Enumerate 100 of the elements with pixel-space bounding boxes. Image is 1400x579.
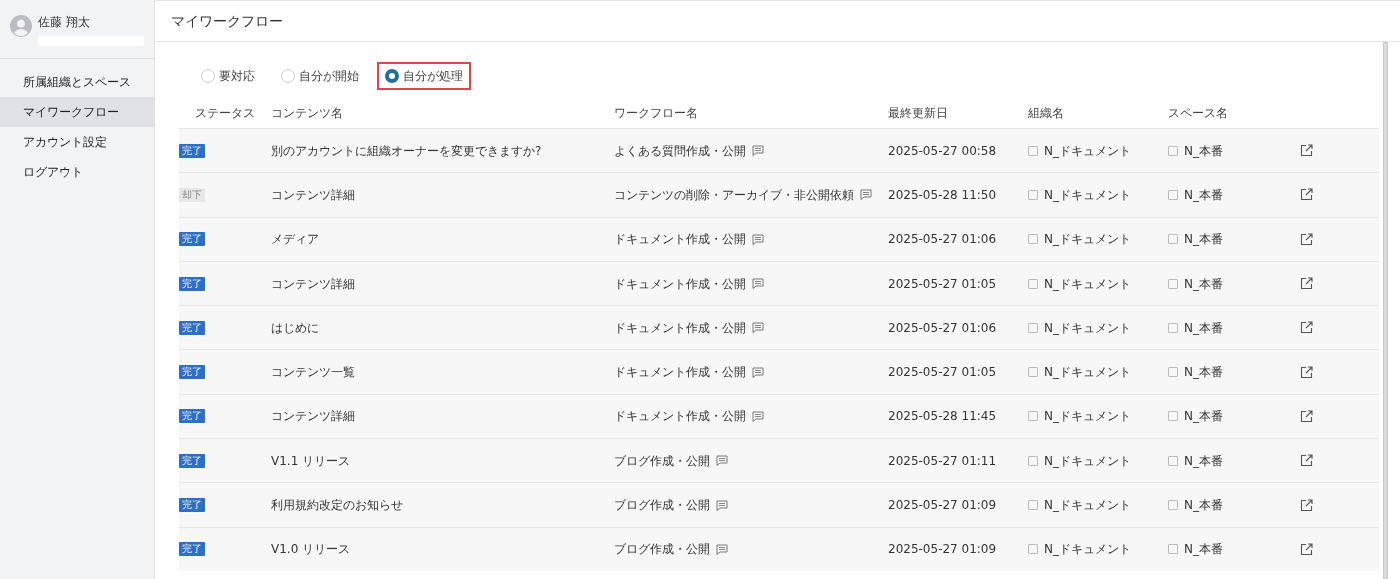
comment-icon[interactable] <box>752 278 764 290</box>
org-name: N_ドキュメント <box>1044 408 1131 426</box>
external-link-icon[interactable] <box>1300 365 1313 379</box>
org-name: N_ドキュメント <box>1044 541 1131 559</box>
space-name: N_本番 <box>1184 541 1223 559</box>
comment-icon[interactable] <box>716 499 728 511</box>
space-name: N_本番 <box>1184 275 1223 293</box>
workflow-name: ドキュメント作成・公開 <box>614 231 746 249</box>
updated-date: 2025-05-27 01:06 <box>888 319 997 337</box>
updated-date: 2025-05-27 01:11 <box>888 452 997 470</box>
external-link-icon[interactable] <box>1300 277 1313 291</box>
external-link-icon[interactable] <box>1300 542 1313 556</box>
updated-date: 2025-05-27 00:58 <box>888 142 997 160</box>
sidebar-item[interactable]: ログアウト <box>0 157 154 188</box>
square-icon <box>1028 544 1038 555</box>
square-icon <box>1168 544 1178 555</box>
status-badge: 完了 <box>179 143 205 158</box>
status-badge: 却下 <box>179 187 205 202</box>
org-name: N_ドキュメント <box>1044 231 1131 249</box>
external-link-icon[interactable] <box>1300 144 1313 158</box>
column-header: 組織名 <box>1028 105 1065 122</box>
space-name: N_本番 <box>1184 364 1223 382</box>
status-badge: 完了 <box>179 542 205 557</box>
scrollbar[interactable] <box>1383 42 1388 579</box>
comment-icon[interactable] <box>752 145 764 157</box>
column-header: ステータス <box>194 105 256 122</box>
status-badge: 完了 <box>179 498 205 512</box>
external-link-icon[interactable] <box>1300 409 1313 423</box>
status-badge: 完了 <box>179 320 205 335</box>
content-name: V1.0 リリース <box>271 541 351 559</box>
updated-date: 2025-05-28 11:50 <box>888 186 997 204</box>
filter-radio[interactable]: 自分が開始 <box>273 62 367 90</box>
workflow-name: ドキュメント作成・公開 <box>614 364 746 382</box>
square-icon <box>1168 411 1178 422</box>
user-name: 佐藤 翔太 <box>38 14 91 31</box>
square-icon <box>1028 455 1038 466</box>
sidebar-item[interactable]: 所属組織とスペース <box>0 67 154 98</box>
content-name: コンテンツ一覧 <box>271 364 355 382</box>
comment-icon[interactable] <box>716 455 728 467</box>
org-name: N_ドキュメント <box>1044 497 1131 514</box>
square-icon <box>1028 278 1038 289</box>
space-name: N_本番 <box>1184 319 1223 337</box>
status-badge: 完了 <box>179 232 205 247</box>
org-name: N_ドキュメント <box>1044 275 1131 293</box>
external-link-icon[interactable] <box>1300 321 1313 335</box>
filter-radio[interactable]: 要対応 <box>193 62 263 90</box>
external-link-icon[interactable] <box>1300 498 1313 512</box>
square-icon <box>1028 411 1038 422</box>
space-name: N_本番 <box>1184 452 1223 470</box>
content-name: メディア <box>271 231 319 249</box>
comment-icon[interactable] <box>752 322 764 334</box>
updated-date: 2025-05-27 01:05 <box>888 364 997 382</box>
comment-icon[interactable] <box>716 543 728 555</box>
status-badge: 完了 <box>179 409 205 424</box>
space-name: N_本番 <box>1184 186 1223 204</box>
org-name: N_ドキュメント <box>1044 142 1131 160</box>
external-link-icon[interactable] <box>1300 232 1313 246</box>
space-name: N_本番 <box>1184 408 1223 426</box>
external-link-icon[interactable] <box>1300 454 1313 468</box>
content-name: V1.1 リリース <box>271 452 351 470</box>
content-name: 利用規約改定のお知らせ <box>271 497 403 514</box>
square-icon <box>1028 189 1038 200</box>
column-header: ワークフロー名 <box>614 105 699 122</box>
content-name: コンテンツ詳細 <box>271 186 355 204</box>
content-name: コンテンツ詳細 <box>271 275 355 293</box>
square-icon <box>1168 189 1178 200</box>
space-name: N_本番 <box>1184 231 1223 249</box>
square-icon <box>1028 234 1038 245</box>
space-name: N_本番 <box>1184 142 1223 160</box>
status-badge: 完了 <box>179 276 205 291</box>
external-link-icon[interactable] <box>1300 188 1313 202</box>
sidebar-item[interactable]: アカウント設定 <box>0 127 154 158</box>
sidebar-item[interactable]: マイワークフロー <box>0 97 154 128</box>
column-header: スペース名 <box>1168 105 1229 122</box>
column-header: コンテンツ名 <box>271 105 344 122</box>
filter-radio[interactable]: 自分が処理 <box>377 62 471 90</box>
workflow-name: ブログ作成・公開 <box>614 541 710 559</box>
updated-date: 2025-05-27 01:09 <box>888 541 997 559</box>
square-icon <box>1168 322 1178 333</box>
status-badge: 完了 <box>179 453 205 468</box>
comment-icon[interactable] <box>752 366 764 378</box>
page-title: マイワークフロー <box>171 13 283 29</box>
org-name: N_ドキュメント <box>1044 452 1131 470</box>
square-icon <box>1168 367 1178 378</box>
square-icon <box>1168 278 1178 289</box>
org-name: N_ドキュメント <box>1044 319 1131 337</box>
comment-icon[interactable] <box>752 410 764 422</box>
org-name: N_ドキュメント <box>1044 186 1131 204</box>
comment-icon[interactable] <box>860 189 872 201</box>
updated-date: 2025-05-27 01:06 <box>888 231 997 249</box>
content-name: コンテンツ詳細 <box>271 408 355 426</box>
square-icon <box>1168 455 1178 466</box>
space-name: N_本番 <box>1184 497 1223 514</box>
workflow-name: ドキュメント作成・公開 <box>614 408 746 426</box>
square-icon <box>1028 367 1038 378</box>
status-badge: 完了 <box>179 365 205 380</box>
workflow-name: ドキュメント作成・公開 <box>614 319 746 337</box>
comment-icon[interactable] <box>752 233 764 245</box>
square-icon <box>1168 145 1178 156</box>
content-name: 別のアカウントに組織オーナーを変更できますか? <box>271 142 542 160</box>
